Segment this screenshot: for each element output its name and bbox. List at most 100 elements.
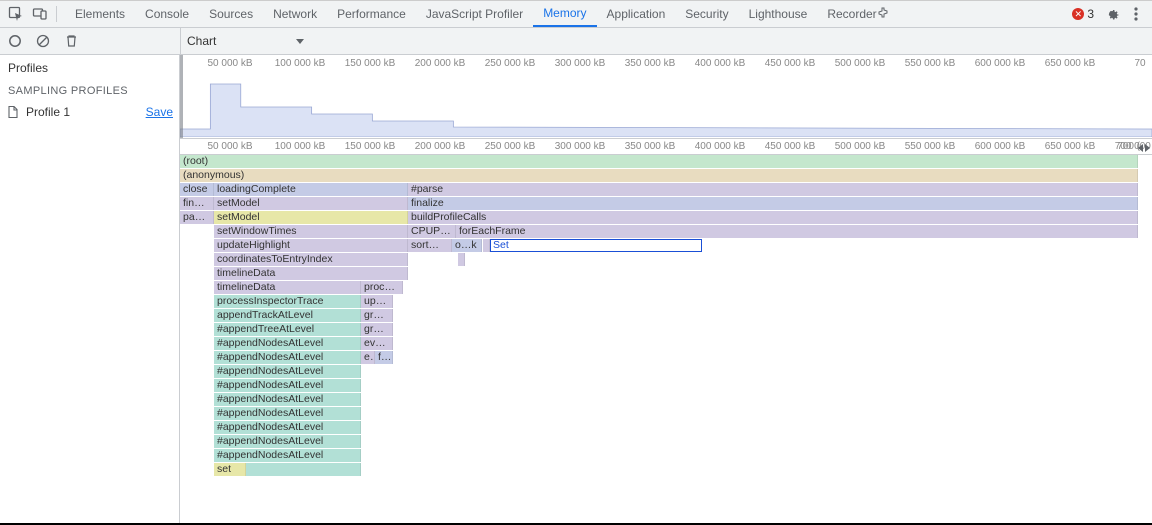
tab-console[interactable]: Console bbox=[135, 1, 199, 27]
ruler-tick: 250 000 kB bbox=[485, 141, 536, 152]
timeline-ruler[interactable]: 50 000 kB100 000 kB150 000 kB200 000 kB2… bbox=[180, 139, 1152, 155]
flame-bar[interactable]: CPUP…del bbox=[408, 225, 456, 238]
flame-bar[interactable]: pa…at bbox=[180, 211, 214, 224]
delete-button[interactable] bbox=[62, 32, 80, 50]
devtools-window: ElementsConsoleSourcesNetworkPerformance… bbox=[0, 0, 1152, 525]
ruler-tick: 250 000 kB bbox=[485, 58, 536, 69]
flame-row: timelineData bbox=[180, 267, 1138, 281]
flame-bar[interactable]: #appendTreeAtLevel bbox=[214, 323, 361, 336]
flame-bar[interactable]: fin…ce bbox=[180, 197, 214, 210]
flame-bar[interactable]: #appendNodesAtLevel bbox=[214, 393, 361, 406]
flame-bar[interactable]: o…k bbox=[452, 239, 482, 252]
flame-bar[interactable]: f…r bbox=[375, 351, 393, 364]
chevron-down-icon bbox=[296, 39, 304, 44]
flame-chart[interactable]: (root)(anonymous)closeloadingComplete#pa… bbox=[180, 155, 1152, 523]
tab-elements[interactable]: Elements bbox=[65, 1, 135, 27]
ruler-tick: 300 000 kB bbox=[555, 58, 606, 69]
ruler-tick: 400 000 kB bbox=[695, 141, 746, 152]
main-toolbar: ElementsConsoleSourcesNetworkPerformance… bbox=[0, 1, 1152, 28]
flame-bar[interactable]: setModel bbox=[214, 211, 408, 224]
flame-row: #appendNodesAtLevel bbox=[180, 407, 1138, 421]
flame-bar[interactable]: #parse bbox=[408, 183, 1138, 196]
ruler-tick: 200 000 kB bbox=[415, 141, 466, 152]
flame-bar[interactable] bbox=[246, 463, 361, 476]
divider bbox=[180, 28, 181, 54]
tab-recorder[interactable]: Recorder bbox=[817, 1, 898, 27]
tab-lighthouse[interactable]: Lighthouse bbox=[739, 1, 818, 27]
more-icon[interactable] bbox=[1124, 2, 1148, 26]
flame-bar[interactable]: setModel bbox=[214, 197, 408, 210]
flame-row: #appendNodesAtLevel bbox=[180, 435, 1138, 449]
ruler-tick: 500 000 kB bbox=[835, 141, 886, 152]
flame-row: updateHighlightsort…pleso…k Set bbox=[180, 239, 1138, 253]
flame-bar[interactable]: (anonymous) bbox=[180, 169, 1138, 182]
gear-icon[interactable] bbox=[1100, 2, 1124, 26]
error-counter[interactable]: ✕ 3 bbox=[1072, 7, 1094, 21]
flame-bar[interactable]: buildProfileCalls bbox=[408, 211, 1138, 224]
flame-bar[interactable]: gr…ew bbox=[361, 323, 393, 336]
tab-network[interactable]: Network bbox=[263, 1, 327, 27]
ruler-tick: 350 000 kB bbox=[625, 141, 676, 152]
tab-sources[interactable]: Sources bbox=[199, 1, 263, 27]
flame-row: #appendNodesAtLevel bbox=[180, 421, 1138, 435]
flame-bar[interactable]: #appendNodesAtLevel bbox=[214, 351, 361, 364]
overview-handle-left[interactable] bbox=[180, 55, 183, 138]
flame-bar[interactable] bbox=[483, 239, 490, 252]
scroll-left-icon[interactable] bbox=[1138, 144, 1143, 152]
ruler-tick: 50 000 kB bbox=[207, 58, 252, 69]
flame-bar[interactable]: timelineData bbox=[214, 281, 361, 294]
flame-bar[interactable]: ev…ew bbox=[361, 337, 393, 350]
flame-bar[interactable]: #appendNodesAtLevel bbox=[214, 379, 361, 392]
body: Profiles SAMPLING PROFILES Profile 1 Sav… bbox=[0, 55, 1152, 525]
flame-bar[interactable]: proc…ata bbox=[361, 281, 403, 294]
flame-bar[interactable]: finalize bbox=[408, 197, 1138, 210]
flame-bar[interactable]: updateHighlight bbox=[214, 239, 408, 252]
tab-application[interactable]: Application bbox=[597, 1, 676, 27]
flame-bar[interactable] bbox=[458, 253, 465, 266]
stop-button[interactable] bbox=[34, 32, 52, 50]
ruler-tick: 100 000 kB bbox=[275, 58, 326, 69]
profile-item[interactable]: Profile 1 Save bbox=[0, 101, 179, 123]
ruler-tick: 650 000 kB bbox=[1045, 58, 1096, 69]
flame-bar[interactable]: e… bbox=[361, 351, 375, 364]
flame-bar[interactable]: #appendNodesAtLevel bbox=[214, 421, 361, 434]
divider bbox=[56, 6, 57, 22]
flame-bar[interactable]: coordinatesToEntryIndex bbox=[214, 253, 408, 266]
flame-bar[interactable]: timelineData bbox=[214, 267, 408, 280]
flame-bar[interactable]: sort…ples bbox=[408, 239, 452, 252]
ruler-tick: 550 000 kB bbox=[905, 58, 956, 69]
flame-bar[interactable]: #appendNodesAtLevel bbox=[214, 365, 361, 378]
flame-bar[interactable]: appendTrackAtLevel bbox=[214, 309, 361, 322]
flame-bar[interactable]: #appendNodesAtLevel bbox=[214, 449, 361, 462]
flame-bar[interactable]: loadingComplete bbox=[214, 183, 408, 196]
flame-row: (root) bbox=[180, 155, 1138, 169]
flame-bar[interactable]: processInspectorTrace bbox=[214, 295, 361, 308]
flame-bar[interactable]: #appendNodesAtLevel bbox=[214, 337, 361, 350]
flame-bar[interactable]: #appendNodesAtLevel bbox=[214, 407, 361, 420]
flame-bar[interactable]: close bbox=[180, 183, 214, 196]
ruler-tick-last: 700 ( bbox=[1117, 141, 1140, 152]
flame-row: appendTrackAtLevelgro…ts bbox=[180, 309, 1138, 323]
scroll-right-icon[interactable] bbox=[1145, 144, 1150, 152]
flame-bar[interactable]: up…up bbox=[361, 295, 393, 308]
view-mode-select[interactable]: Chart bbox=[187, 34, 304, 48]
flame-row: coordinatesToEntryIndex bbox=[180, 253, 1138, 267]
flame-bar[interactable]: gro…ts bbox=[361, 309, 393, 322]
save-link[interactable]: Save bbox=[146, 105, 173, 119]
overview-strip[interactable]: 50 000 kB100 000 kB150 000 kB200 000 kB2… bbox=[180, 55, 1152, 139]
flame-bar[interactable]: setWindowTimes bbox=[214, 225, 408, 238]
ruler-tick: 200 000 kB bbox=[415, 58, 466, 69]
flame-bar[interactable]: Set bbox=[490, 239, 702, 252]
flame-bar[interactable]: forEachFrame bbox=[456, 225, 1138, 238]
record-button[interactable] bbox=[6, 32, 24, 50]
tab-memory[interactable]: Memory bbox=[533, 1, 596, 27]
inspect-icon[interactable] bbox=[4, 2, 28, 26]
tab-javascript-profiler[interactable]: JavaScript Profiler bbox=[416, 1, 533, 27]
flame-row: fin…cesetModelfinalize bbox=[180, 197, 1138, 211]
flame-bar[interactable]: (root) bbox=[180, 155, 1138, 168]
tab-performance[interactable]: Performance bbox=[327, 1, 416, 27]
tab-security[interactable]: Security bbox=[675, 1, 738, 27]
flame-bar[interactable]: #appendNodesAtLevel bbox=[214, 435, 361, 448]
flame-bar[interactable]: set bbox=[214, 463, 246, 476]
device-icon[interactable] bbox=[28, 2, 52, 26]
